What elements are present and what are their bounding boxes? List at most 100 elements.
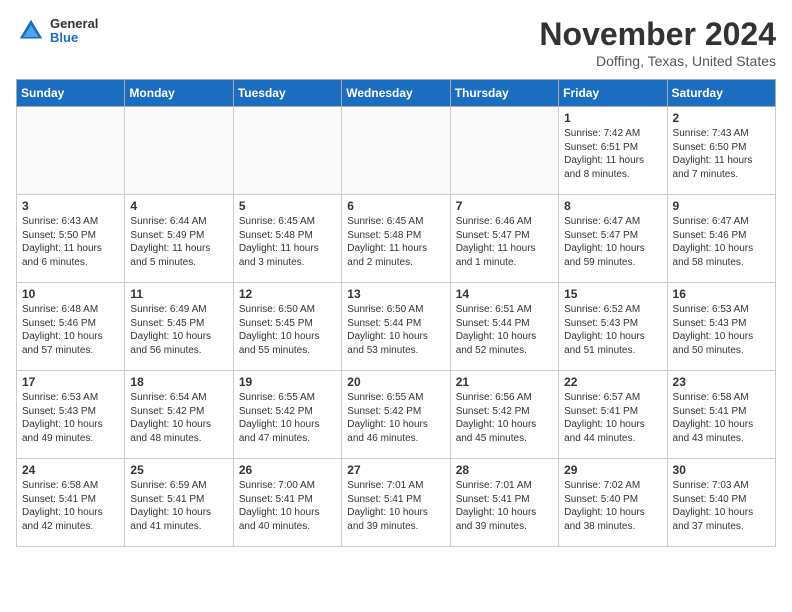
week-row-2: 3Sunrise: 6:43 AM Sunset: 5:50 PM Daylig…	[17, 195, 776, 283]
calendar-cell: 20 Sunrise: 6:55 AM Sunset: 5:42 PM Dayli…	[342, 371, 450, 459]
col-header-thursday: Thursday	[450, 80, 558, 107]
day-number: 4	[130, 199, 227, 213]
day-number: 7	[456, 199, 553, 213]
day-info: Sunrise: 7:02 AM Sunset: 5:40 PM Dayligh…	[564, 479, 661, 533]
col-header-sunday: Sunday	[17, 80, 125, 107]
day-info: Sunrise: 7:43 AM Sunset: 6:50 PM Dayligh…	[673, 127, 770, 181]
calendar-cell: 17Sunrise: 6:53 AM Sunset: 5:43 PM Dayli…	[17, 371, 125, 459]
calendar-cell	[125, 107, 233, 195]
calendar-cell: 6 Sunrise: 6:45 AM Sunset: 5:48 PM Daylig…	[342, 195, 450, 283]
day-info: Sunrise: 6:57 AM Sunset: 5:41 PM Dayligh…	[564, 391, 661, 445]
day-number: 5	[239, 199, 336, 213]
day-number: 10	[22, 287, 119, 301]
calendar-cell: 18 Sunrise: 6:54 AM Sunset: 5:42 PM Dayli…	[125, 371, 233, 459]
day-number: 14	[456, 287, 553, 301]
calendar-cell: 16Sunrise: 6:53 AM Sunset: 5:43 PM Dayli…	[667, 283, 775, 371]
day-number: 13	[347, 287, 444, 301]
day-number: 28	[456, 463, 553, 477]
day-number: 2	[673, 111, 770, 125]
calendar-cell: 14 Sunrise: 6:51 AM Sunset: 5:44 PM Dayli…	[450, 283, 558, 371]
day-number: 25	[130, 463, 227, 477]
calendar-cell: 28 Sunrise: 7:01 AM Sunset: 5:41 PM Dayli…	[450, 459, 558, 547]
calendar-cell: 11 Sunrise: 6:49 AM Sunset: 5:45 PM Dayli…	[125, 283, 233, 371]
day-info: Sunrise: 6:58 AM Sunset: 5:41 PM Dayligh…	[673, 391, 770, 445]
day-number: 27	[347, 463, 444, 477]
day-info: Sunrise: 7:01 AM Sunset: 5:41 PM Dayligh…	[347, 479, 444, 533]
day-number: 1	[564, 111, 661, 125]
logo-icon	[16, 16, 46, 46]
day-info: Sunrise: 6:45 AM Sunset: 5:48 PM Dayligh…	[347, 215, 444, 269]
calendar-cell: 24Sunrise: 6:58 AM Sunset: 5:41 PM Dayli…	[17, 459, 125, 547]
title-block: November 2024 Doffing, Texas, United Sta…	[539, 16, 776, 69]
day-number: 20	[347, 375, 444, 389]
day-number: 30	[673, 463, 770, 477]
calendar-cell: 15 Sunrise: 6:52 AM Sunset: 5:43 PM Dayli…	[559, 283, 667, 371]
location-title: Doffing, Texas, United States	[539, 53, 776, 69]
day-info: Sunrise: 7:01 AM Sunset: 5:41 PM Dayligh…	[456, 479, 553, 533]
calendar-cell: 23 Sunrise: 6:58 AM Sunset: 5:41 PM Dayli…	[667, 371, 775, 459]
week-row-3: 10Sunrise: 6:48 AM Sunset: 5:46 PM Dayli…	[17, 283, 776, 371]
day-info: Sunrise: 6:51 AM Sunset: 5:44 PM Dayligh…	[456, 303, 553, 357]
col-header-wednesday: Wednesday	[342, 80, 450, 107]
day-info: Sunrise: 6:56 AM Sunset: 5:42 PM Dayligh…	[456, 391, 553, 445]
day-info: Sunrise: 6:45 AM Sunset: 5:48 PM Dayligh…	[239, 215, 336, 269]
day-number: 18	[130, 375, 227, 389]
day-number: 11	[130, 287, 227, 301]
days-of-week-row: SundayMondayTuesdayWednesdayThursdayFrid…	[17, 80, 776, 107]
logo-blue-text: Blue	[50, 31, 98, 45]
week-row-4: 17Sunrise: 6:53 AM Sunset: 5:43 PM Dayli…	[17, 371, 776, 459]
day-info: Sunrise: 7:42 AM Sunset: 6:51 PM Dayligh…	[564, 127, 661, 181]
day-number: 29	[564, 463, 661, 477]
calendar-cell	[450, 107, 558, 195]
day-info: Sunrise: 7:03 AM Sunset: 5:40 PM Dayligh…	[673, 479, 770, 533]
header: General Blue November 2024 Doffing, Texa…	[16, 16, 776, 69]
day-number: 23	[673, 375, 770, 389]
calendar-table: SundayMondayTuesdayWednesdayThursdayFrid…	[16, 79, 776, 547]
logo-general-text: General	[50, 17, 98, 31]
calendar-cell: 30 Sunrise: 7:03 AM Sunset: 5:40 PM Dayli…	[667, 459, 775, 547]
calendar-cell: 21 Sunrise: 6:56 AM Sunset: 5:42 PM Dayli…	[450, 371, 558, 459]
calendar-cell: 7 Sunrise: 6:46 AM Sunset: 5:47 PM Daylig…	[450, 195, 558, 283]
day-number: 15	[564, 287, 661, 301]
col-header-friday: Friday	[559, 80, 667, 107]
calendar-cell: 9Sunrise: 6:47 AM Sunset: 5:46 PM Daylig…	[667, 195, 775, 283]
day-info: Sunrise: 6:47 AM Sunset: 5:47 PM Dayligh…	[564, 215, 661, 269]
calendar-cell: 2 Sunrise: 7:43 AM Sunset: 6:50 PM Daylig…	[667, 107, 775, 195]
day-number: 22	[564, 375, 661, 389]
day-number: 12	[239, 287, 336, 301]
day-number: 26	[239, 463, 336, 477]
calendar-cell: 29 Sunrise: 7:02 AM Sunset: 5:40 PM Dayli…	[559, 459, 667, 547]
calendar-cell: 5 Sunrise: 6:45 AM Sunset: 5:48 PM Daylig…	[233, 195, 341, 283]
month-title: November 2024	[539, 16, 776, 53]
calendar-cell: 13Sunrise: 6:50 AM Sunset: 5:44 PM Dayli…	[342, 283, 450, 371]
day-number: 8	[564, 199, 661, 213]
day-info: Sunrise: 6:49 AM Sunset: 5:45 PM Dayligh…	[130, 303, 227, 357]
day-number: 24	[22, 463, 119, 477]
day-info: Sunrise: 7:00 AM Sunset: 5:41 PM Dayligh…	[239, 479, 336, 533]
day-info: Sunrise: 6:46 AM Sunset: 5:47 PM Dayligh…	[456, 215, 553, 269]
calendar-cell: 10Sunrise: 6:48 AM Sunset: 5:46 PM Dayli…	[17, 283, 125, 371]
calendar-cell: 8 Sunrise: 6:47 AM Sunset: 5:47 PM Daylig…	[559, 195, 667, 283]
calendar-cell: 22 Sunrise: 6:57 AM Sunset: 5:41 PM Dayli…	[559, 371, 667, 459]
day-number: 6	[347, 199, 444, 213]
calendar-cell	[233, 107, 341, 195]
calendar-cell	[17, 107, 125, 195]
week-row-5: 24Sunrise: 6:58 AM Sunset: 5:41 PM Dayli…	[17, 459, 776, 547]
calendar-cell: 3Sunrise: 6:43 AM Sunset: 5:50 PM Daylig…	[17, 195, 125, 283]
day-info: Sunrise: 6:55 AM Sunset: 5:42 PM Dayligh…	[347, 391, 444, 445]
day-info: Sunrise: 6:50 AM Sunset: 5:45 PM Dayligh…	[239, 303, 336, 357]
calendar-cell: 1 Sunrise: 7:42 AM Sunset: 6:51 PM Daylig…	[559, 107, 667, 195]
day-number: 16	[673, 287, 770, 301]
calendar-cell: 12 Sunrise: 6:50 AM Sunset: 5:45 PM Dayli…	[233, 283, 341, 371]
day-info: Sunrise: 6:53 AM Sunset: 5:43 PM Dayligh…	[22, 391, 119, 445]
col-header-monday: Monday	[125, 80, 233, 107]
day-info: Sunrise: 6:59 AM Sunset: 5:41 PM Dayligh…	[130, 479, 227, 533]
day-number: 21	[456, 375, 553, 389]
day-info: Sunrise: 6:52 AM Sunset: 5:43 PM Dayligh…	[564, 303, 661, 357]
week-row-1: 1 Sunrise: 7:42 AM Sunset: 6:51 PM Daylig…	[17, 107, 776, 195]
day-number: 9	[673, 199, 770, 213]
logo: General Blue	[16, 16, 98, 46]
calendar-cell: 26 Sunrise: 7:00 AM Sunset: 5:41 PM Dayli…	[233, 459, 341, 547]
day-number: 19	[239, 375, 336, 389]
day-info: Sunrise: 6:54 AM Sunset: 5:42 PM Dayligh…	[130, 391, 227, 445]
